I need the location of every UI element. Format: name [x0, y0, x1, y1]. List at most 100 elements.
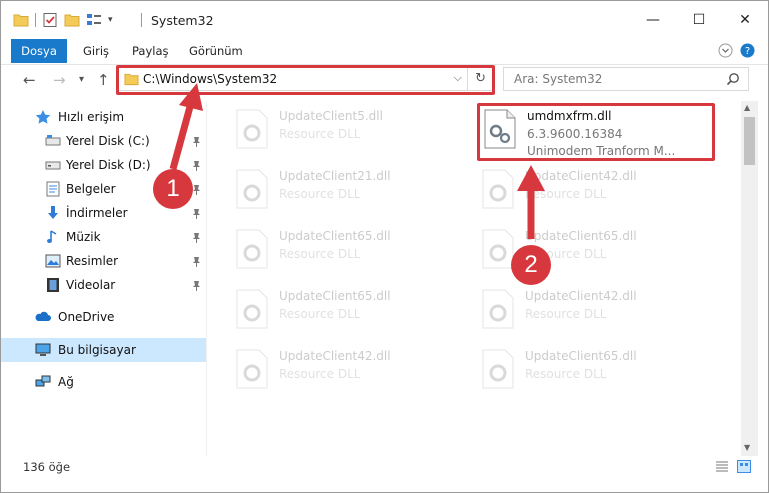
back-icon[interactable]: ← — [23, 71, 36, 89]
tab-file[interactable]: Dosya — [11, 39, 67, 63]
toolbar-separator — [35, 13, 36, 27]
sidebar-item-label: Hızlı erişim — [58, 110, 125, 124]
list-item[interactable]: UpdateClient5.dll Resource DLL — [235, 105, 435, 153]
file-name: UpdateClient65.dll — [279, 229, 391, 243]
sidebar-item-onedrive[interactable]: OneDrive — [1, 305, 206, 329]
view-toggle-icon[interactable] — [86, 13, 102, 27]
help-icon[interactable]: ? — [740, 43, 755, 58]
close-button[interactable]: ✕ — [722, 1, 768, 39]
list-item[interactable]: UpdateClient42.dll Resource DLL — [481, 285, 681, 333]
pin-icon[interactable] — [192, 184, 201, 195]
list-item[interactable]: UpdateClient65.dll Resource DLL — [235, 285, 435, 333]
file-name: UpdateClient42.dll — [279, 349, 391, 363]
drive-icon — [45, 135, 61, 146]
dll-file-icon — [482, 169, 514, 209]
explorer-window: ▾ System32 — ☐ ✕ Dosya Giriş Paylaş Görü… — [0, 0, 769, 493]
file-type: Resource DLL — [279, 367, 361, 381]
computer-icon — [35, 343, 51, 356]
minimize-icon: — — [646, 12, 660, 28]
file-name: UpdateClient65.dll — [525, 229, 637, 243]
details-view-icon[interactable] — [715, 460, 729, 473]
tab-share[interactable]: Paylaş — [132, 44, 169, 58]
sidebar-item-label: Videolar — [66, 278, 116, 292]
title-separator — [141, 13, 142, 27]
network-icon — [35, 375, 51, 387]
vertical-scrollbar[interactable]: ▲ ▼ — [741, 101, 758, 456]
star-icon — [35, 110, 51, 124]
sidebar-item-label: Belgeler — [66, 182, 116, 196]
sidebar-item-videos[interactable]: Videolar — [1, 273, 206, 297]
list-item[interactable]: UpdateClient42.dll Resource DLL — [235, 345, 435, 393]
sidebar-item-label: Bu bilgisayar — [58, 343, 136, 357]
file-name: UpdateClient5.dll — [279, 109, 383, 123]
forward-icon[interactable]: → — [53, 71, 66, 89]
music-icon — [47, 230, 57, 243]
new-folder-icon[interactable] — [64, 13, 80, 27]
file-type: Resource DLL — [279, 307, 361, 321]
dll-file-icon — [236, 349, 268, 389]
scrollbar-thumb[interactable] — [744, 117, 755, 165]
videos-icon — [47, 278, 59, 292]
quick-access-toolbar: ▾ — [13, 11, 113, 29]
step-2-badge: 2 — [511, 245, 551, 285]
address-highlight — [116, 65, 495, 95]
folder-icon[interactable] — [13, 13, 29, 27]
dll-file-icon — [236, 109, 268, 149]
maximize-icon: ☐ — [692, 12, 706, 28]
tab-home[interactable]: Giriş — [83, 44, 109, 58]
pin-icon[interactable] — [192, 208, 201, 219]
sidebar-item-quick-access[interactable]: Hızlı erişim — [1, 105, 206, 129]
dll-file-icon — [482, 289, 514, 329]
file-type: Resource DLL — [525, 367, 607, 381]
title-bar: ▾ System32 — ☐ ✕ — [1, 1, 768, 39]
ribbon-tabs: Dosya Giriş Paylaş Görünüm ? — [1, 39, 768, 65]
close-icon: ✕ — [739, 12, 751, 28]
search-placeholder: Ara: System32 — [514, 72, 603, 86]
file-type: Resource DLL — [525, 187, 607, 201]
pin-icon[interactable] — [192, 256, 201, 267]
scroll-up-icon[interactable]: ▲ — [744, 103, 750, 112]
properties-icon[interactable] — [42, 13, 58, 27]
large-icons-view-icon[interactable] — [737, 460, 751, 473]
file-type: Resource DLL — [279, 187, 361, 201]
search-icon[interactable] — [726, 72, 740, 86]
step-1-badge: 1 — [153, 169, 193, 209]
sidebar-item-drive-c[interactable]: Yerel Disk (C:) — [1, 129, 206, 153]
search-input[interactable]: Ara: System32 — [503, 67, 749, 91]
scroll-down-icon[interactable]: ▼ — [744, 443, 750, 452]
sidebar-item-network[interactable]: Ağ — [1, 370, 206, 394]
pin-icon[interactable] — [192, 160, 201, 171]
sidebar-item-pictures[interactable]: Resimler — [1, 249, 206, 273]
pin-icon[interactable] — [192, 232, 201, 243]
up-icon[interactable]: ↑ — [97, 71, 110, 89]
sidebar-item-label: Resimler — [66, 254, 119, 268]
downloads-icon — [48, 206, 58, 219]
recent-locations-icon[interactable]: ▾ — [79, 74, 84, 85]
tab-view[interactable]: Görünüm — [189, 44, 243, 58]
sidebar-item-music[interactable]: Müzik — [1, 225, 206, 249]
file-name: UpdateClient42.dll — [525, 169, 637, 183]
dll-file-icon — [482, 349, 514, 389]
drive-icon — [45, 161, 61, 170]
list-item[interactable]: UpdateClient65.dll Resource DLL — [481, 345, 681, 393]
maximize-button[interactable]: ☐ — [676, 1, 722, 39]
dll-file-icon — [236, 229, 268, 269]
list-item[interactable]: UpdateClient21.dll Resource DLL — [235, 165, 435, 213]
list-item[interactable]: UpdateClient42.dll Resource DLL — [481, 165, 681, 213]
dll-file-icon — [236, 169, 268, 209]
sidebar-item-this-pc[interactable]: Bu bilgisayar — [1, 338, 206, 362]
svg-text:?: ? — [745, 46, 750, 57]
pin-icon[interactable] — [192, 280, 201, 291]
file-type: Resource DLL — [279, 247, 361, 261]
sidebar-item-label: Müzik — [66, 230, 101, 244]
list-item[interactable]: UpdateClient65.dll Resource DLL — [235, 225, 435, 273]
window-title: System32 — [151, 13, 214, 28]
dll-file-icon — [482, 229, 514, 269]
chevron-down-icon[interactable] — [718, 43, 733, 58]
file-type: Resource DLL — [279, 127, 361, 141]
file-type: Resource DLL — [525, 307, 607, 321]
minimize-button[interactable]: — — [630, 1, 676, 39]
pin-icon[interactable] — [192, 136, 201, 147]
customize-toolbar-icon[interactable]: ▾ — [108, 15, 113, 25]
pictures-icon — [45, 254, 61, 268]
